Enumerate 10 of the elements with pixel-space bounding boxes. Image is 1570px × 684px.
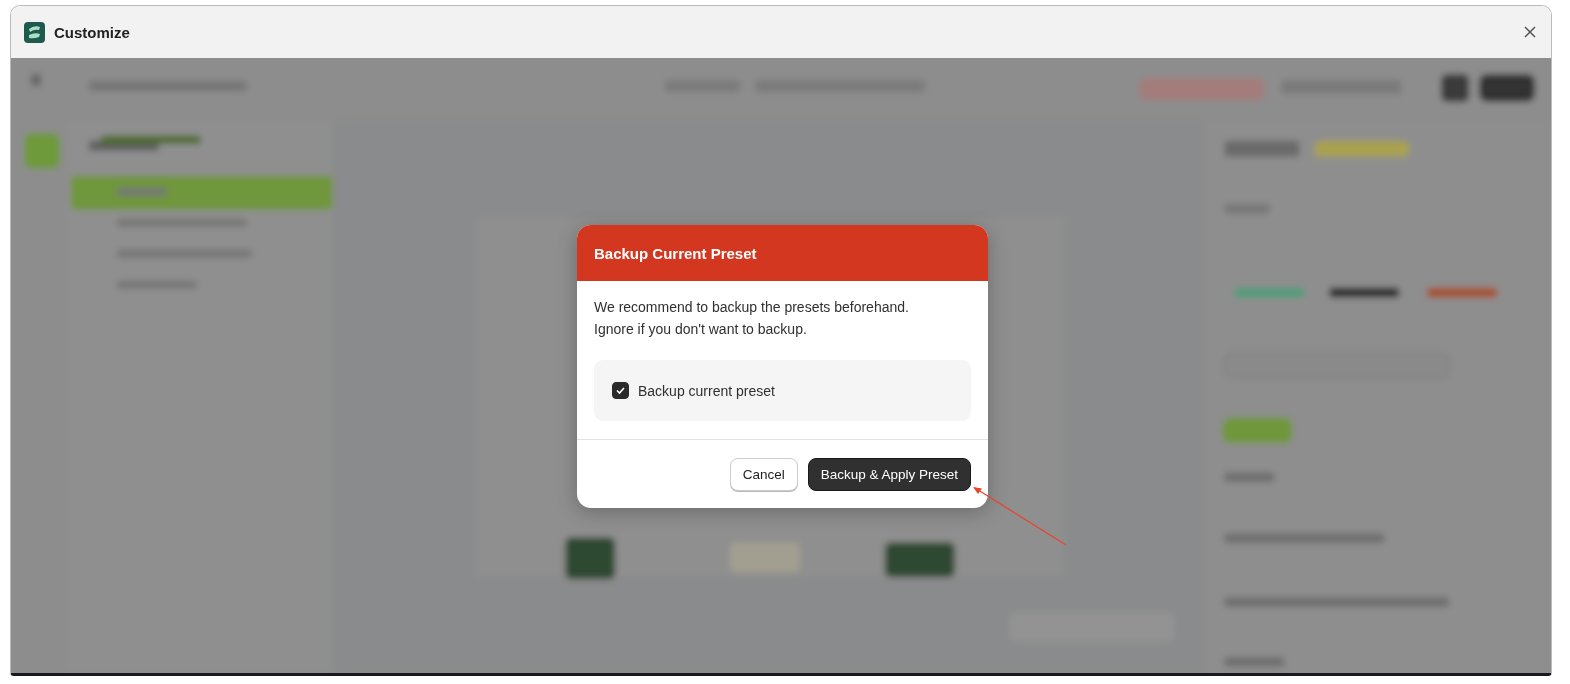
checkbox-label: Backup current preset xyxy=(638,382,775,399)
cancel-button[interactable]: Cancel xyxy=(729,458,798,491)
close-icon[interactable] xyxy=(1523,25,1537,39)
dialog-title: Backup Current Preset xyxy=(577,225,988,281)
window-title: Customize xyxy=(54,23,131,41)
app-logo-icon xyxy=(24,21,45,43)
checkbox[interactable] xyxy=(612,382,629,399)
checkmark-icon xyxy=(615,385,626,396)
backup-apply-button[interactable]: Backup & Apply Preset xyxy=(807,458,971,491)
dialog-message: We recommend to backup the presets beforehand. Ignore if you don't want to backup. xyxy=(594,298,910,339)
